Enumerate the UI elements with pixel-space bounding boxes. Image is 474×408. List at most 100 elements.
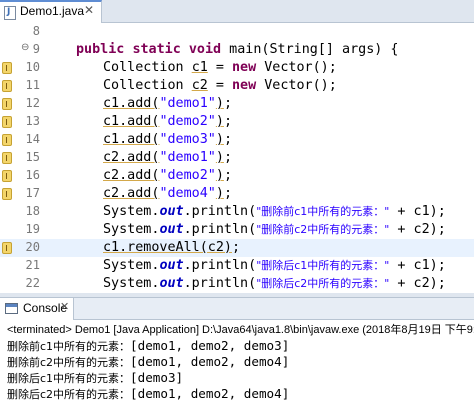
code-token: System. [103,222,160,237]
code-line[interactable]: 15 c2.add("demo1"); [0,149,474,167]
code-token: void [188,42,222,57]
code-line[interactable]: 17 c2.add("demo4"); [0,185,474,203]
code-line[interactable]: 19 System.out.println("删除前c2中所有的元素：" + c2… [0,221,474,239]
console-tab-bar: Console ✕ [0,297,474,320]
code-text: c2.add("demo2"); [103,167,232,185]
code-token: + c2); [389,222,446,237]
line-number: 9 [32,42,40,56]
code-token: ; [223,114,232,129]
code-token: "删除后c1中所有的元素：" [256,259,390,272]
code-token: out [159,204,184,219]
code-token: c1.add( [103,114,160,129]
warning-icon[interactable] [2,170,12,182]
line-number: 19 [25,222,40,236]
code-token: ; [223,132,232,147]
code-editor[interactable]: 8 ⊖ 9 public static void main(String[] args… [0,23,474,293]
warning-icon[interactable] [2,188,12,200]
code-text: Collection c1 = new Vector(); [103,59,337,77]
code-token: ) [215,150,224,165]
line-number: 17 [25,186,40,200]
code-line[interactable]: 14 c1.add("demo3"); [0,131,474,149]
warning-icon[interactable] [2,134,12,146]
code-token: + c1); [389,204,446,219]
warning-icon[interactable] [2,80,12,92]
code-token: = [207,78,232,93]
code-text: c1.removeAll(c2); [103,239,240,257]
line-number: 11 [25,78,40,92]
code-token: ) [215,96,224,111]
code-token: static [132,42,181,57]
code-text: c2.add("demo1"); [103,149,232,167]
line-number: 8 [32,24,40,38]
code-token: ) [215,186,224,201]
code-token: out [159,276,184,291]
line-number: 14 [25,132,40,146]
line-number: 16 [25,168,40,182]
code-token: ; [232,240,241,255]
console-line: 删除后c2中所有的元素：[demo1, demo2, demo4] [7,386,289,402]
warning-icon[interactable] [2,62,12,74]
code-line[interactable]: 18 System.out.println("删除前c1中所有的元素：" + c1… [0,203,474,221]
warning-icon[interactable] [2,152,12,164]
close-icon[interactable]: ✕ [84,3,94,17]
code-token: "删除后c2中所有的元素：" [256,277,390,290]
code-line[interactable]: 16 c2.add("demo2"); [0,167,474,185]
code-token: public [76,42,125,57]
editor-tab-demo1-java[interactable]: Demo1.java ✕ [0,0,102,23]
code-token: Collection [103,60,192,75]
code-token: ) [215,132,224,147]
code-line[interactable]: 22 System.out.println("删除后c2中所有的元素：" + c2… [0,275,474,293]
code-line[interactable]: 8 [0,23,474,41]
code-text: Collection c2 = new Vector(); [103,77,337,95]
code-token: c2.add( [103,168,160,183]
code-token: c2.add( [103,186,160,201]
code-token: c1.add( [103,132,160,147]
warning-icon[interactable] [2,98,12,110]
code-token: .println( [183,276,257,291]
code-token: ; [223,168,232,183]
code-line[interactable]: ⊖ 9 public static void main(String[] args)… [0,41,474,59]
code-line[interactable]: 20 c1.removeAll(c2); [0,239,474,257]
console-line-label: 删除前c2中所有的元素： [7,356,131,369]
code-token: "demo2" [159,168,216,183]
close-icon[interactable]: ✕ [60,300,69,313]
console-line-value: [demo1, demo2, demo4] [130,354,290,369]
console-tab[interactable]: Console ✕ [0,298,74,320]
line-number: 22 [25,276,40,290]
warning-icon[interactable] [2,116,12,128]
code-line[interactable]: 11 Collection c2 = new Vector(); [0,77,474,95]
code-token: Collection [103,78,192,93]
console-line-value: [demo1, demo2, demo4] [130,386,290,401]
code-token: out [159,258,184,273]
code-text: public static void main(String[] args) { [76,41,399,59]
code-line[interactable]: 10 Collection c1 = new Vector(); [0,59,474,77]
code-line[interactable]: 12 c1.add("demo1"); [0,95,474,113]
editor-tab-bar: Demo1.java ✕ [0,0,474,23]
code-token: c1 [191,60,208,75]
code-text: System.out.println("删除前c1中所有的元素：" + c1); [103,203,446,221]
java-file-icon [4,6,16,20]
warning-icon[interactable] [2,242,12,254]
code-line[interactable]: 13 c1.add("demo2"); [0,113,474,131]
code-token: "demo2" [159,114,216,129]
code-token: = [207,60,232,75]
code-token: "demo1" [159,150,216,165]
code-text: System.out.println("删除前c2中所有的元素：" + c2); [103,221,446,239]
code-line[interactable]: 21 System.out.println("删除后c1中所有的元素：" + c1… [0,257,474,275]
code-token: System. [103,276,160,291]
code-token: "demo4" [159,186,216,201]
line-number: 18 [25,204,40,218]
code-token: c1.add( [103,96,160,111]
code-token: ; [223,186,232,201]
line-number: 10 [25,60,40,74]
code-token: + c1); [389,258,446,273]
console-output: 删除前c1中所有的元素：[demo1, demo2, demo3] 删除前c2中所… [7,338,289,402]
code-token: Vector(); [256,60,337,75]
console-line: 删除后c1中所有的元素：[demo3] [7,370,289,386]
console-line-label: 删除前c1中所有的元素： [7,340,131,353]
console-output-area[interactable]: <terminated> Demo1 [Java Application] D:… [0,320,474,408]
code-token: + c2); [389,276,446,291]
code-token: c2 [191,78,208,93]
line-number: 12 [25,96,40,110]
code-text: c1.add("demo1"); [103,95,232,113]
